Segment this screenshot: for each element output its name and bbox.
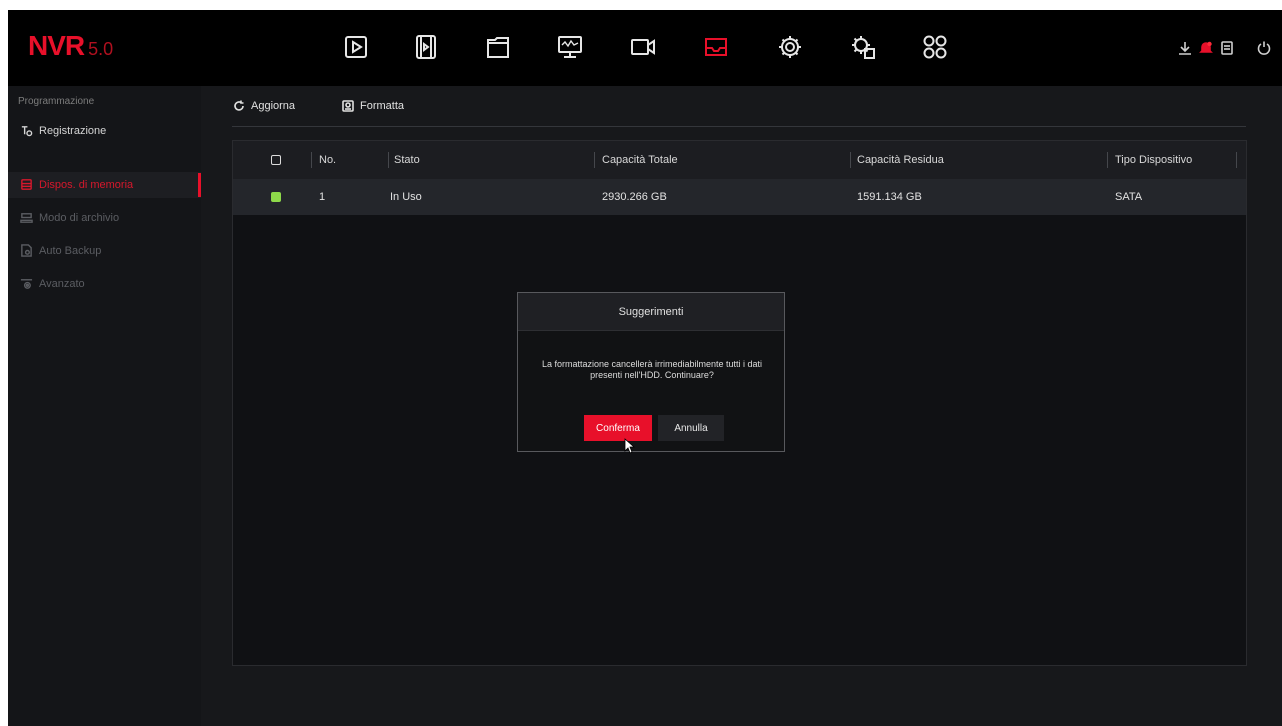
top-bar: NVR 5.0 <box>8 10 1282 86</box>
video-clip-icon[interactable] <box>411 32 441 62</box>
sidebar-item-label: Registrazione <box>39 125 107 137</box>
playback-icon[interactable] <box>341 32 371 62</box>
camera-icon[interactable] <box>628 32 658 62</box>
system-settings-icon[interactable] <box>848 32 878 62</box>
sidebar-item-label: Modo di archivio <box>39 212 120 224</box>
column-divider <box>388 152 389 168</box>
format-icon <box>342 100 354 112</box>
sidebar-item-label: Dispos. di memoria <box>39 179 134 191</box>
download-icon[interactable] <box>1175 38 1195 58</box>
sidebar-section-title: Programmazione <box>18 96 95 107</box>
refresh-button[interactable]: Aggiorna <box>233 96 295 116</box>
dialog-message-line: La formattazione cancellerà irrimediabil… <box>541 359 763 369</box>
archive-mode-icon <box>20 211 34 225</box>
sidebar-item-advanced[interactable]: Avanzato <box>8 271 201 297</box>
sidebar-item-auto-backup[interactable]: Auto Backup <box>8 238 201 264</box>
sidebar-item-label: Avanzato <box>39 278 85 290</box>
cancel-button[interactable]: Annulla <box>658 415 724 441</box>
mouse-cursor-icon <box>624 438 636 454</box>
sidebar: Programmazione Registrazione Dispos. di … <box>8 86 201 726</box>
column-divider <box>1107 152 1108 168</box>
auto-backup-icon <box>20 244 34 258</box>
alarm-bell-icon[interactable] <box>1196 38 1216 58</box>
col-header-no[interactable]: No. <box>319 141 336 179</box>
settings-icon[interactable] <box>775 32 805 62</box>
row-status-indicator[interactable] <box>271 179 281 215</box>
select-all-checkbox[interactable] <box>271 141 281 179</box>
logo-version: 5.0 <box>88 39 114 59</box>
column-divider <box>1236 152 1237 168</box>
monitor-icon[interactable] <box>555 32 585 62</box>
table-header: No. Stato Capacità Totale Capacità Resid… <box>233 141 1246 179</box>
format-button[interactable]: Formatta <box>342 96 404 116</box>
format-label: Formatta <box>360 100 405 112</box>
col-header-device-type[interactable]: Tipo Dispositivo <box>1115 141 1192 179</box>
sidebar-item-storage-device[interactable]: Dispos. di memoria <box>8 172 201 198</box>
power-icon[interactable] <box>1254 38 1274 58</box>
col-header-state[interactable]: Stato <box>394 141 420 179</box>
apps-icon[interactable] <box>920 32 950 62</box>
cell-device-type: SATA <box>1115 191 1143 203</box>
confirm-format-dialog: Suggerimenti La formattazione cancellerà… <box>517 292 785 452</box>
sidebar-item-registrazione[interactable]: Registrazione <box>8 118 201 144</box>
info-icon[interactable] <box>1217 38 1237 58</box>
dialog-message-line: presenti nell'HDD. Continuare? <box>590 370 714 380</box>
nvr-screen: NVR 5.0 Programmazione Registrazione Dis… <box>8 10 1282 726</box>
record-icon <box>20 124 34 138</box>
sidebar-item-label: Auto Backup <box>39 245 102 257</box>
storage-device-icon <box>20 178 34 192</box>
refresh-label: Aggiorna <box>251 100 296 112</box>
cell-total-capacity: 2930.266 GB <box>602 191 667 203</box>
col-header-remaining-capacity[interactable]: Capacità Residua <box>857 141 944 179</box>
file-icon[interactable] <box>483 32 513 62</box>
cell-remaining-capacity: 1591.134 GB <box>857 191 922 203</box>
storage-icon[interactable] <box>701 32 731 62</box>
cell-no: 1 <box>319 191 326 203</box>
column-divider <box>850 152 851 168</box>
content-divider <box>232 126 1246 127</box>
logo-brand: NVR <box>28 30 85 61</box>
refresh-icon <box>233 100 245 112</box>
advanced-icon <box>20 277 34 291</box>
table-row[interactable]: 1 In Uso 2930.266 GB 1591.134 GB SATA <box>233 179 1246 215</box>
column-divider <box>594 152 595 168</box>
col-header-total-capacity[interactable]: Capacità Totale <box>602 141 678 179</box>
column-divider <box>311 152 312 168</box>
dialog-message: La formattazione cancellerà irrimediabil… <box>528 359 776 381</box>
sidebar-item-archive-mode[interactable]: Modo di archivio <box>8 205 201 231</box>
logo: NVR 5.0 <box>28 30 113 62</box>
cell-state: In Uso <box>390 191 422 203</box>
dialog-title: Suggerimenti <box>518 293 784 331</box>
confirm-button[interactable]: Conferma <box>584 415 652 441</box>
